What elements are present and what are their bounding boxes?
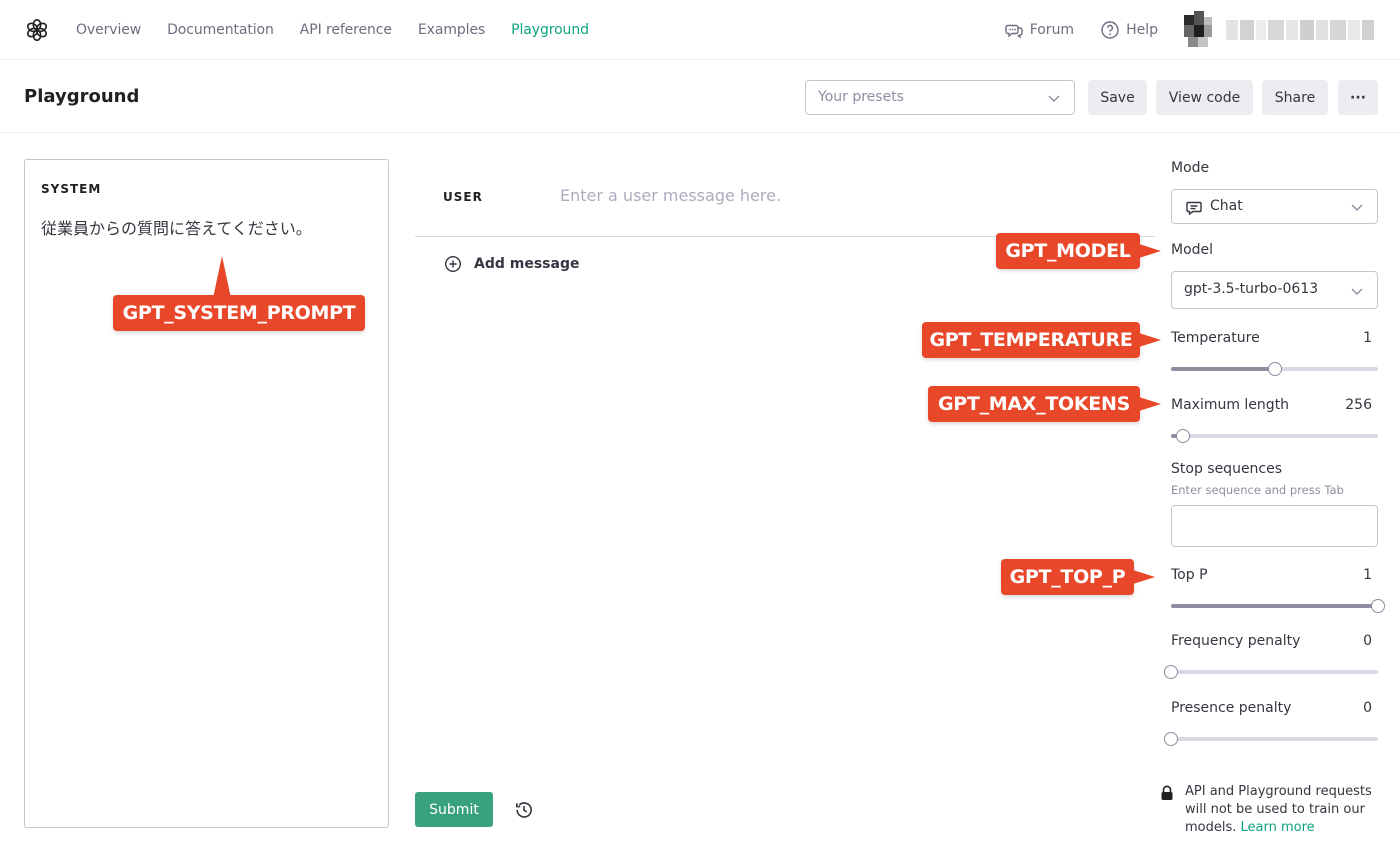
callout-pointer — [1133, 570, 1155, 584]
callout-pointer — [1139, 244, 1161, 258]
presence-penalty-value[interactable]: 0 — [1363, 700, 1372, 716]
user-role-label[interactable]: USER — [443, 190, 483, 204]
presets-placeholder: Your presets — [818, 89, 904, 105]
slider-fill — [1171, 367, 1275, 371]
nav-links: Overview Documentation API reference Exa… — [76, 0, 589, 60]
slider-thumb[interactable] — [1371, 599, 1385, 613]
nav-overview[interactable]: Overview — [76, 22, 141, 38]
user-message-row: USER Enter a user message here. — [415, 160, 1155, 237]
slider-thumb[interactable] — [1267, 362, 1282, 376]
lock-icon — [1161, 785, 1173, 800]
top-nav: Overview Documentation API reference Exa… — [0, 0, 1400, 60]
stop-sequences-label: Stop sequences — [1171, 461, 1283, 477]
help-icon — [1101, 21, 1119, 39]
callout-model: GPT_MODEL — [996, 233, 1140, 269]
nav-right: Forum Help — [1004, 0, 1400, 60]
history-icon[interactable] — [513, 799, 535, 821]
openai-logo-icon[interactable] — [24, 17, 50, 43]
mode-value: Chat — [1210, 198, 1243, 214]
temperature-slider[interactable] — [1171, 361, 1378, 376]
slider-thumb[interactable] — [1164, 665, 1178, 679]
help-label: Help — [1126, 22, 1158, 38]
top-p-slider[interactable] — [1171, 598, 1385, 613]
playground-header: Playground Your presets Save View code S… — [0, 60, 1400, 133]
save-button[interactable]: Save — [1088, 80, 1147, 115]
forum-label: Forum — [1029, 22, 1075, 38]
nav-playground[interactable]: Playground — [511, 22, 589, 38]
stop-sequences-hint: Enter sequence and press Tab — [1171, 483, 1344, 497]
stop-sequences-input[interactable] — [1171, 505, 1378, 547]
chat-icon — [1186, 201, 1202, 216]
add-message-button[interactable]: Add message — [444, 255, 579, 273]
nav-documentation[interactable]: Documentation — [167, 22, 274, 38]
top-p-label: Top P — [1171, 567, 1208, 583]
presence-penalty-label: Presence penalty — [1171, 700, 1292, 716]
callout-max-tokens: GPT_MAX_TOKENS — [928, 386, 1140, 422]
page-title: Playground — [24, 86, 140, 107]
slider-fill — [1171, 604, 1378, 608]
frequency-penalty-value[interactable]: 0 — [1363, 633, 1372, 649]
learn-more-link[interactable]: Learn more — [1241, 820, 1315, 835]
submit-button[interactable]: Submit — [415, 792, 493, 827]
callout-pointer — [213, 256, 231, 298]
callout-pointer — [1139, 333, 1161, 347]
system-label: SYSTEM — [41, 182, 102, 196]
chevron-down-icon — [1351, 204, 1363, 211]
callout-pointer — [1139, 397, 1161, 411]
temperature-value[interactable]: 1 — [1363, 330, 1372, 346]
system-panel[interactable]: SYSTEM 従業員からの質問に答えてください。 — [24, 159, 389, 828]
model-value: gpt-3.5-turbo-0613 — [1184, 281, 1319, 297]
slider-thumb[interactable] — [1176, 429, 1191, 443]
forum-link[interactable]: Forum — [1004, 20, 1074, 40]
slider-track — [1171, 434, 1378, 438]
add-message-label: Add message — [474, 256, 580, 272]
plus-circle-icon — [444, 255, 462, 273]
slider-thumb[interactable] — [1164, 732, 1178, 746]
slider-track — [1171, 737, 1378, 741]
user-message-input[interactable]: Enter a user message here. — [560, 186, 781, 205]
system-prompt-text[interactable]: 従業員からの質問に答えてください。 — [41, 215, 312, 239]
chevron-down-icon — [1351, 288, 1363, 295]
mode-label: Mode — [1171, 160, 1210, 176]
maximum-length-slider[interactable] — [1171, 428, 1378, 443]
chevron-down-icon — [1048, 95, 1060, 102]
model-label: Model — [1171, 242, 1214, 258]
temperature-label: Temperature — [1171, 330, 1260, 346]
callout-top-p: GPT_TOP_P — [1001, 559, 1134, 595]
help-link[interactable]: Help — [1100, 20, 1158, 40]
callout-system-prompt: GPT_SYSTEM_PROMPT — [113, 295, 365, 331]
presets-select[interactable]: Your presets — [805, 80, 1075, 115]
maximum-length-label: Maximum length — [1171, 397, 1290, 413]
privacy-text: API and Playground requests will not be … — [1185, 783, 1385, 837]
share-button[interactable]: Share — [1262, 80, 1328, 115]
slider-track — [1171, 670, 1378, 674]
frequency-penalty-label: Frequency penalty — [1171, 633, 1301, 649]
forum-icon — [1004, 24, 1023, 39]
model-select[interactable]: gpt-3.5-turbo-0613 — [1171, 271, 1378, 309]
avatar[interactable] — [1184, 11, 1214, 49]
username-blurred — [1226, 20, 1386, 40]
frequency-penalty-slider[interactable] — [1164, 664, 1378, 679]
view-code-button[interactable]: View code — [1156, 80, 1253, 115]
more-options-button[interactable]: ··· — [1338, 80, 1378, 115]
callout-temperature: GPT_TEMPERATURE — [922, 322, 1140, 358]
mode-select[interactable]: Chat — [1171, 189, 1378, 224]
presence-penalty-slider[interactable] — [1164, 731, 1378, 746]
nav-examples[interactable]: Examples — [418, 22, 485, 38]
top-p-value[interactable]: 1 — [1363, 567, 1372, 583]
nav-api-reference[interactable]: API reference — [300, 22, 392, 38]
maximum-length-value[interactable]: 256 — [1345, 397, 1372, 413]
